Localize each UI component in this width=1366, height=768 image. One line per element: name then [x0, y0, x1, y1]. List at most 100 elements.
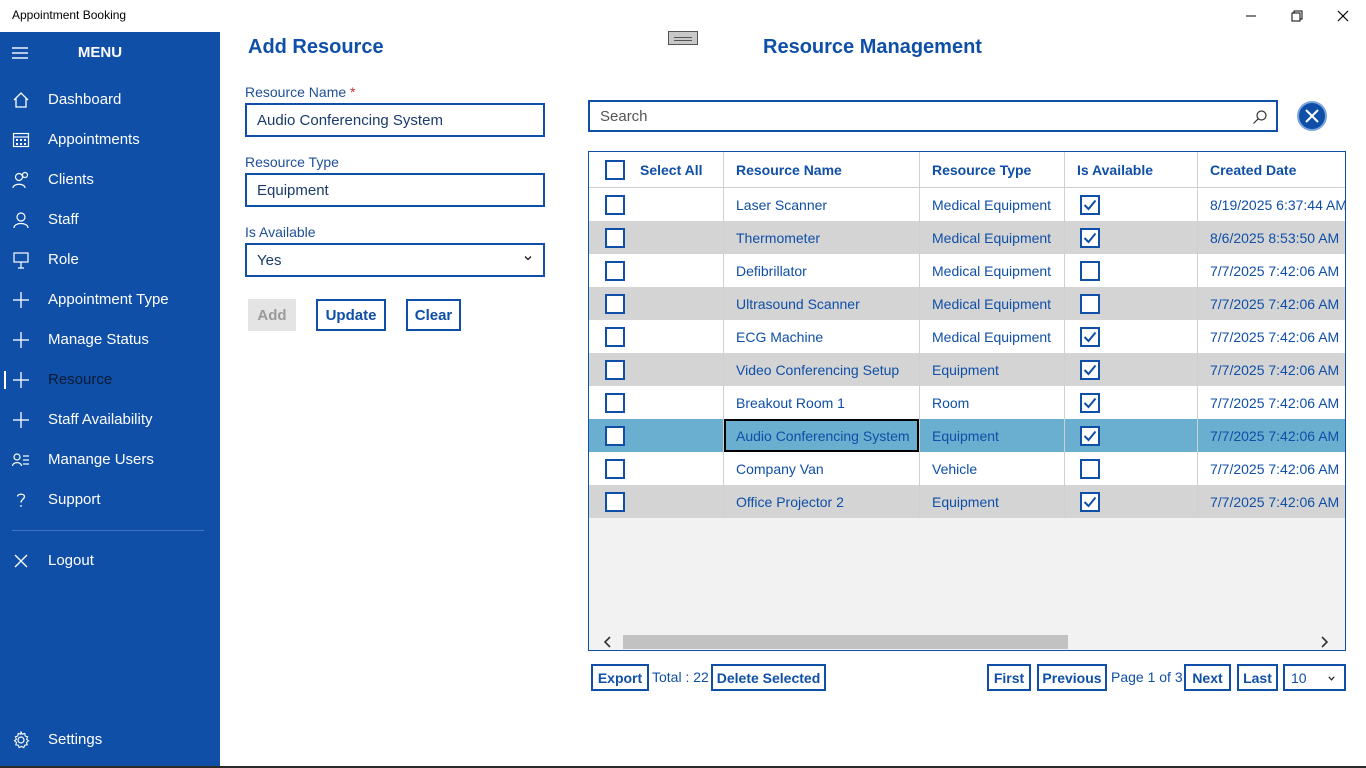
- sidebar-item-manage-users[interactable]: Manange Users: [0, 440, 220, 480]
- row-select-checkbox[interactable]: [605, 491, 625, 512]
- cell-resource-type[interactable]: Vehicle: [932, 452, 977, 485]
- cell-resource-type[interactable]: Equipment: [932, 419, 999, 452]
- table-row[interactable]: Ultrasound Scanner Medical Equipment 7/7/2…: [589, 287, 1345, 320]
- cell-resource-type[interactable]: Medical Equipment: [932, 254, 1051, 287]
- scrollbar-thumb[interactable]: [623, 635, 1068, 649]
- header-select-all[interactable]: Select All: [640, 152, 703, 188]
- row-select-checkbox[interactable]: [605, 392, 625, 413]
- sidebar-item-staff[interactable]: Staff: [0, 200, 220, 240]
- sidebar-item-support[interactable]: Support: [0, 480, 220, 520]
- table-row[interactable]: Defibrillator Medical Equipment 7/7/2025 7…: [589, 254, 1345, 287]
- available-checkbox-checked[interactable]: [1080, 491, 1100, 512]
- cell-created-date[interactable]: 8/6/2025 8:53:50 AM: [1210, 221, 1339, 254]
- next-page-button[interactable]: Next: [1184, 664, 1231, 691]
- sidebar-item-manage-status[interactable]: Manage Status: [0, 320, 220, 360]
- cell-created-date[interactable]: 7/7/2025 7:42:06 AM: [1210, 254, 1339, 287]
- restore-button[interactable]: [1274, 0, 1320, 32]
- search-icon[interactable]: [1252, 109, 1268, 125]
- row-select-checkbox[interactable]: [605, 359, 625, 380]
- cell-resource-type[interactable]: Medical Equipment: [932, 188, 1051, 221]
- row-select-checkbox[interactable]: [605, 227, 625, 248]
- cell-resource-type[interactable]: Medical Equipment: [932, 221, 1051, 254]
- available-checkbox-checked[interactable]: [1080, 392, 1100, 413]
- panel-drag-handle[interactable]: [668, 31, 698, 45]
- cell-created-date[interactable]: 7/7/2025 7:42:06 AM: [1210, 386, 1339, 419]
- available-checkbox-unchecked[interactable]: [1080, 293, 1100, 314]
- cell-resource-type[interactable]: Room: [932, 386, 969, 419]
- delete-selected-button[interactable]: Delete Selected: [711, 664, 826, 691]
- is-available-select[interactable]: Yes: [245, 243, 545, 277]
- sidebar-item-appointments[interactable]: Appointments: [0, 120, 220, 160]
- cell-resource-name[interactable]: Video Conferencing Setup: [736, 353, 899, 386]
- cell-resource-type[interactable]: Medical Equipment: [932, 287, 1051, 320]
- row-select-checkbox[interactable]: [605, 194, 625, 215]
- resource-name-field[interactable]: Audio Conferencing System: [245, 103, 545, 137]
- sidebar-item-dashboard[interactable]: Dashboard: [0, 80, 220, 120]
- close-window-button[interactable]: [1320, 0, 1366, 32]
- table-row[interactable]: Video Conferencing Setup Equipment 7/7/202…: [589, 353, 1345, 386]
- header-resource-name[interactable]: Resource Name: [736, 152, 842, 188]
- cell-resource-name[interactable]: Breakout Room 1: [736, 386, 845, 419]
- sidebar-item-resource[interactable]: Resource: [0, 360, 220, 400]
- cell-resource-type[interactable]: Equipment: [932, 485, 999, 518]
- cell-created-date[interactable]: 7/7/2025 7:42:06 AM: [1210, 419, 1339, 452]
- header-is-available[interactable]: Is Available: [1077, 152, 1153, 188]
- horizontal-scrollbar[interactable]: [589, 633, 1345, 650]
- sidebar-item-clients[interactable]: Clients: [0, 160, 220, 200]
- close-panel-button[interactable]: [1297, 101, 1327, 131]
- available-checkbox-checked[interactable]: [1080, 359, 1100, 380]
- sidebar-item-appointment-type[interactable]: Appointment Type: [0, 280, 220, 320]
- header-resource-type[interactable]: Resource Type: [932, 152, 1031, 188]
- available-checkbox-checked[interactable]: [1080, 227, 1100, 248]
- sidebar-item-role[interactable]: Role: [0, 240, 220, 280]
- minimize-button[interactable]: [1228, 0, 1274, 32]
- cell-resource-name[interactable]: Defibrillator: [736, 254, 807, 287]
- last-page-button[interactable]: Last: [1237, 664, 1278, 691]
- cell-created-date[interactable]: 7/7/2025 7:42:06 AM: [1210, 452, 1339, 485]
- cell-resource-name[interactable]: Company Van: [736, 452, 824, 485]
- available-checkbox-unchecked[interactable]: [1080, 260, 1100, 281]
- cell-created-date[interactable]: 7/7/2025 7:42:06 AM: [1210, 485, 1339, 518]
- cell-resource-name[interactable]: ECG Machine: [736, 320, 823, 353]
- clear-button[interactable]: Clear: [406, 299, 461, 331]
- row-select-checkbox[interactable]: [605, 425, 625, 446]
- chevron-left-icon[interactable]: [601, 635, 615, 649]
- row-select-checkbox[interactable]: [605, 326, 625, 347]
- sidebar-item-staff-availability[interactable]: Staff Availability: [0, 400, 220, 440]
- first-page-button[interactable]: First: [987, 664, 1031, 691]
- available-checkbox-unchecked[interactable]: [1080, 458, 1100, 479]
- search-input[interactable]: [590, 102, 1230, 130]
- available-checkbox-checked[interactable]: [1080, 194, 1100, 215]
- table-row[interactable]: Company Van Vehicle 7/7/2025 7:42:06 AM: [589, 452, 1345, 485]
- cell-created-date[interactable]: 7/7/2025 7:42:06 AM: [1210, 287, 1339, 320]
- previous-page-button[interactable]: Previous: [1037, 664, 1107, 691]
- cell-resource-name[interactable]: Laser Scanner: [736, 188, 827, 221]
- page-size-select[interactable]: 10: [1283, 664, 1346, 691]
- table-row[interactable]: Thermometer Medical Equipment 8/6/2025 8:5…: [589, 221, 1345, 254]
- checkbox[interactable]: [605, 160, 625, 180]
- cell-resource-name[interactable]: Audio Conferencing System: [736, 419, 910, 452]
- cell-resource-name[interactable]: Thermometer: [736, 221, 820, 254]
- resource-type-field[interactable]: Equipment: [245, 173, 545, 207]
- table-row[interactable]: Laser Scanner Medical Equipment 8/19/2025 …: [589, 188, 1345, 221]
- cell-resource-type[interactable]: Equipment: [932, 353, 999, 386]
- row-select-checkbox[interactable]: [605, 260, 625, 281]
- chevron-right-icon[interactable]: [1317, 635, 1331, 649]
- cell-resource-type[interactable]: Medical Equipment: [932, 320, 1051, 353]
- table-row[interactable]: Office Projector 2 Equipment 7/7/2025 7:42…: [589, 485, 1345, 518]
- cell-created-date[interactable]: 8/19/2025 6:37:44 AM: [1210, 188, 1345, 221]
- cell-resource-name[interactable]: Office Projector 2: [736, 485, 844, 518]
- add-button[interactable]: Add: [248, 299, 296, 331]
- logout-button[interactable]: Logout: [0, 541, 220, 581]
- export-button[interactable]: Export: [591, 664, 649, 691]
- settings-button[interactable]: Settings: [0, 720, 220, 760]
- table-row[interactable]: ECG Machine Medical Equipment 7/7/2025 7:4…: [589, 320, 1345, 353]
- select-all-checkbox[interactable]: [605, 152, 625, 188]
- update-button[interactable]: Update: [316, 299, 386, 331]
- cell-created-date[interactable]: 7/7/2025 7:42:06 AM: [1210, 320, 1339, 353]
- available-checkbox-checked[interactable]: [1080, 425, 1100, 446]
- available-checkbox-checked[interactable]: [1080, 326, 1100, 347]
- header-created-date[interactable]: Created Date: [1210, 152, 1296, 188]
- cell-resource-name[interactable]: Ultrasound Scanner: [736, 287, 860, 320]
- row-select-checkbox[interactable]: [605, 458, 625, 479]
